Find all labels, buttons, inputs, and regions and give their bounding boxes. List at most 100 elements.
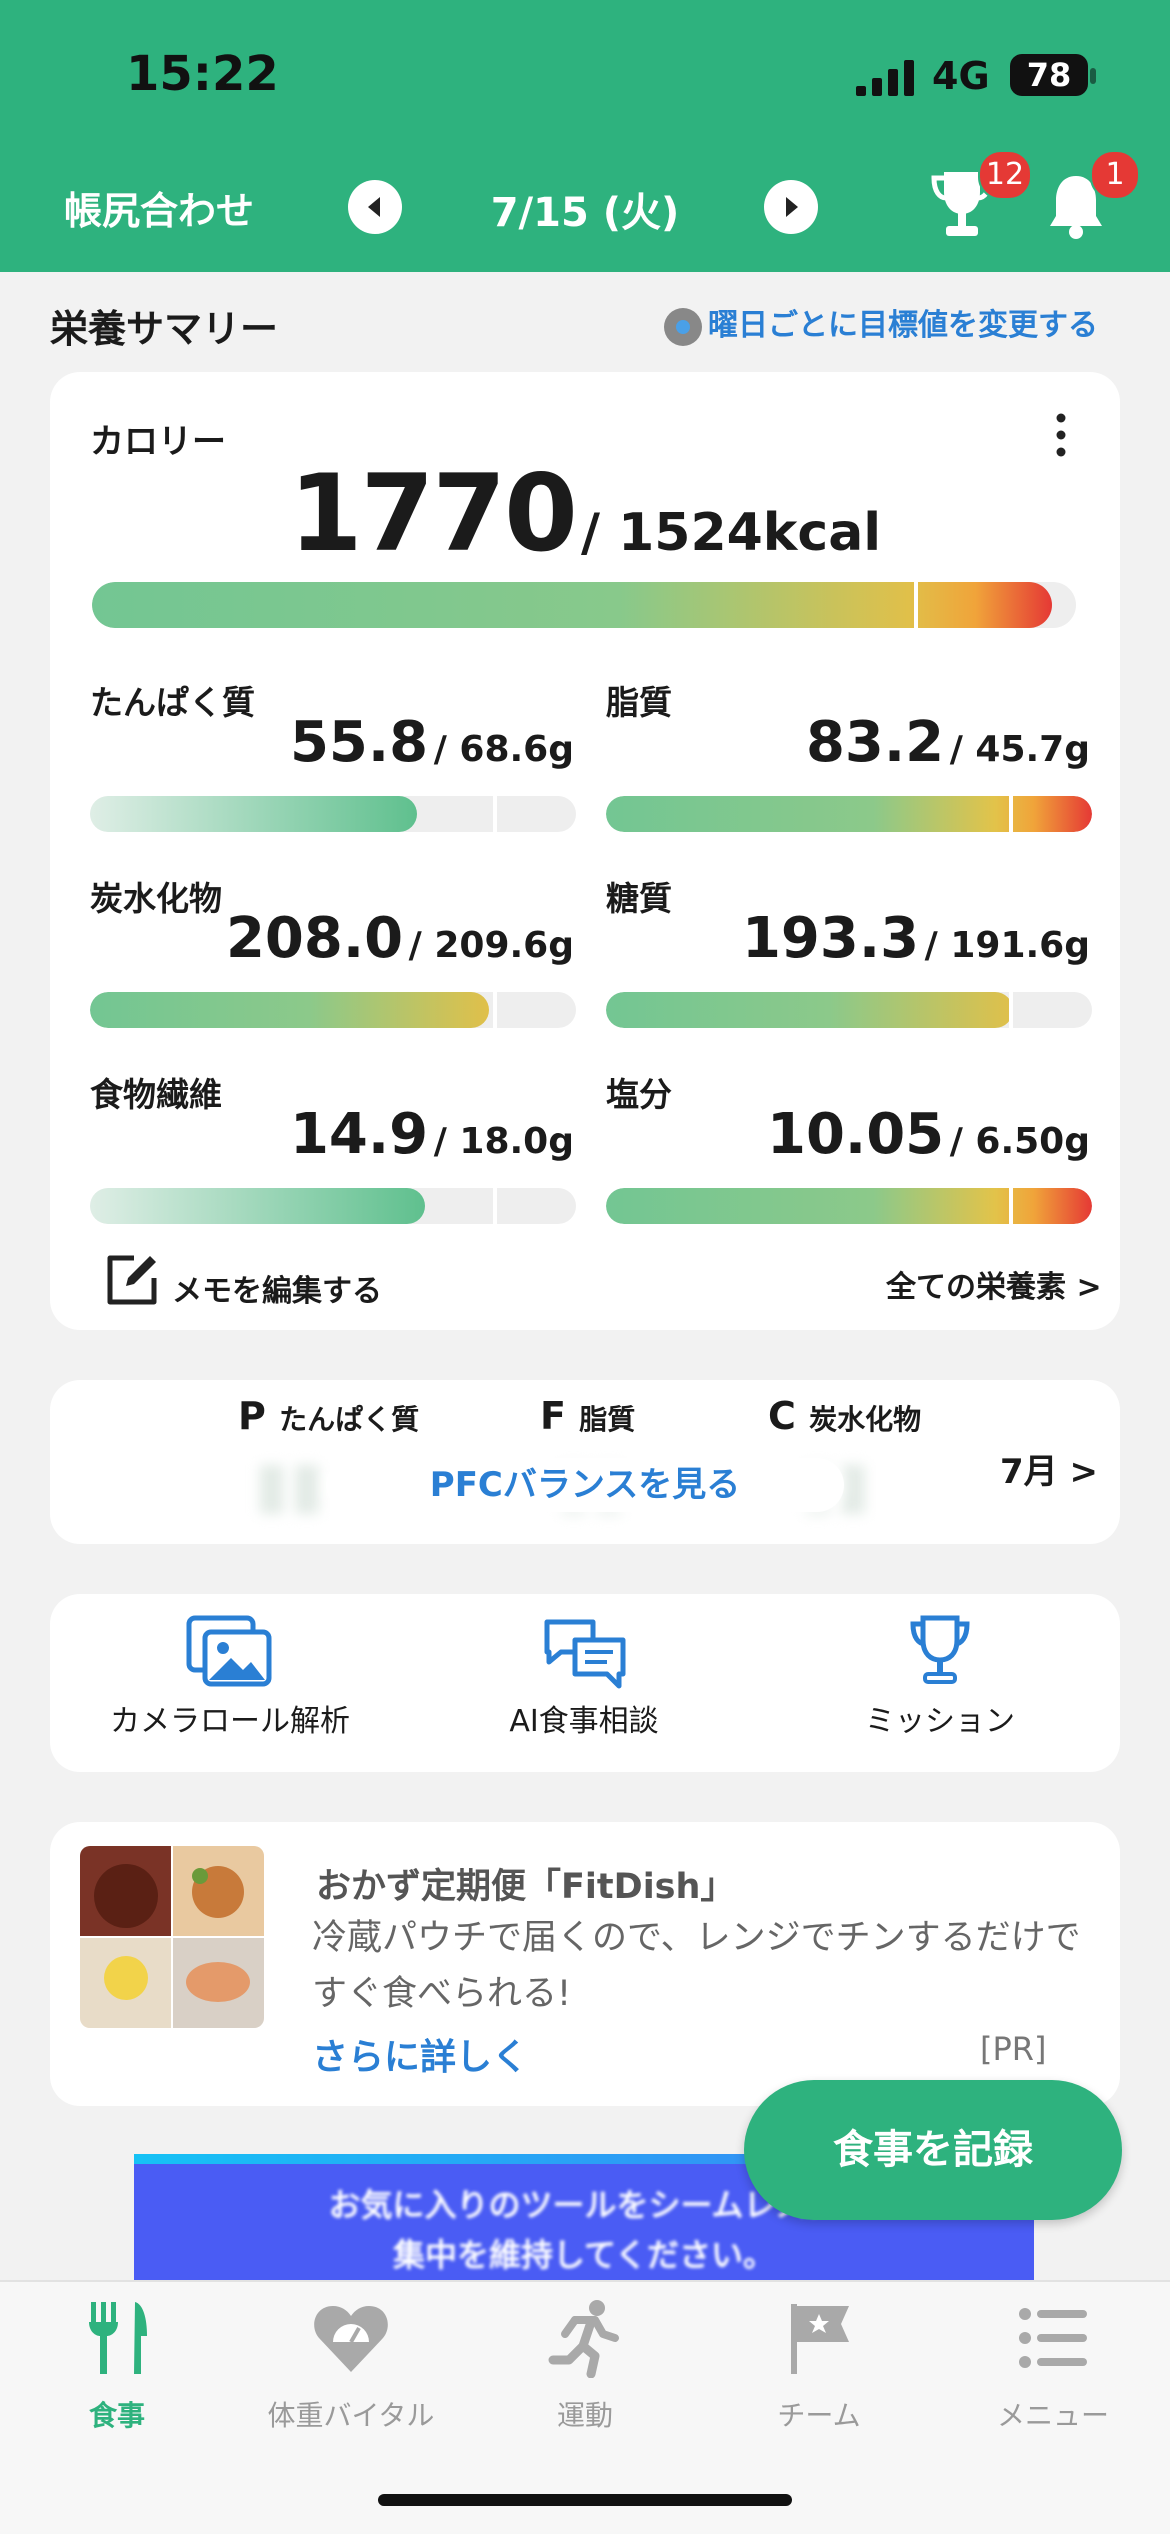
bell-badge: 1 (1090, 150, 1140, 200)
nutrient-goal-marker (1009, 796, 1013, 832)
pfc-c-label: 炭水化物 (809, 1403, 922, 1436)
tab-label: 体重バイタル (267, 2399, 435, 2432)
nutrient-progress-fill (90, 992, 490, 1028)
banner-line: 集中を維持してください。 (392, 2236, 776, 2274)
gear-icon (664, 307, 702, 346)
pfc-blurred-value: ▮▮ (254, 1448, 325, 1522)
nutrient-amount: 83.2 (805, 710, 945, 775)
nutrient-progress-fill (606, 796, 1092, 832)
signal-icon (856, 60, 914, 96)
nutrient-amount: 193.3 (741, 906, 920, 971)
month-link[interactable]: 7月 > (1000, 1444, 1098, 1493)
nutrient-goal: / 68.6g (433, 729, 574, 770)
next-date-button[interactable] (764, 180, 818, 234)
nutrient-amount: 14.9 (289, 1102, 429, 1167)
status-time: 15:22 (126, 46, 279, 102)
nutrient-amount: 10.05 (767, 1102, 945, 1167)
nutrient-goal: / 18.0g (433, 1121, 574, 1162)
edit-memo-button[interactable]: メモを編集する (172, 1266, 382, 1310)
ad-food-image (80, 1846, 264, 2028)
nutrient-progress-bar (90, 992, 576, 1028)
nutrient-value: 83.2 / 45.7g (606, 710, 1090, 775)
calorie-value: 1770 / 1524kcal (0, 452, 1170, 575)
mission-button[interactable]: ミッション (780, 1614, 1100, 1740)
change-goal-label: 曜日ごとに目標値を変更する (708, 308, 1098, 343)
trophy-badge: 12 (978, 150, 1032, 200)
nutrient-goal: / 45.7g (949, 729, 1090, 770)
nutrient-goal-marker (1009, 992, 1013, 1028)
nutrient-progress-bar (606, 796, 1092, 832)
calorie-goal: / 1524kcal (580, 503, 882, 563)
pfc-fat-header: F 脂質 (540, 1394, 635, 1438)
calorie-progress-bar (92, 582, 1076, 628)
tab-exercise[interactable]: 運動 (468, 2298, 702, 2434)
ai-meal-consult-button[interactable]: AI食事相談 (424, 1614, 744, 1740)
calorie-goal-marker (914, 582, 918, 628)
camera-roll-analysis-button[interactable]: カメラロール解析 (70, 1614, 390, 1740)
nutrient-value: 10.05 / 6.50g (606, 1102, 1090, 1167)
nutrient-progress-bar (606, 1188, 1092, 1224)
view-pfc-balance-button[interactable]: PFCバランスを見る (326, 1458, 844, 1512)
nutrient-amount: 208.0 (225, 906, 404, 971)
current-date[interactable]: 7/15 (火) (420, 180, 750, 238)
nutrient-goal: / 191.6g (924, 925, 1090, 966)
trophy-icon (910, 1615, 970, 1684)
nutrient-progress-bar (90, 1188, 576, 1224)
nutrient-progress-bar (90, 796, 576, 832)
section-title: 栄養サマリー (50, 307, 279, 351)
tab-label: 食事 (88, 2399, 145, 2432)
nutrient-goal-marker (493, 992, 497, 1028)
pfc-f-label: 脂質 (579, 1403, 636, 1436)
tab-team[interactable]: チーム (702, 2298, 936, 2434)
menu-icon (1019, 2308, 1087, 2368)
nutrient-goal: / 6.50g (949, 1121, 1090, 1162)
home-indicator (378, 2494, 792, 2506)
nutrient-value: 14.9 / 18.0g (90, 1102, 574, 1167)
photos-icon (186, 1615, 272, 1687)
nutrient-progress-fill (606, 1188, 1092, 1224)
nutrient-value: 208.0 / 209.6g (90, 906, 574, 971)
tool-label: カメラロール解析 (110, 1704, 350, 1739)
pfc-carb-header: C 炭水化物 (768, 1394, 921, 1438)
nutrient-goal-marker (1009, 1188, 1013, 1224)
network-label: 4G (932, 54, 990, 98)
tool-label: ミッション (865, 1704, 1015, 1739)
calorie-progress-fill (92, 582, 1052, 628)
fork-knife-icon (89, 2302, 147, 2374)
change-goal-link[interactable]: 曜日ごとに目標値を変更する (664, 300, 1098, 346)
nutrient-value: 193.3 / 191.6g (606, 906, 1090, 971)
edit-memo-icon[interactable] (104, 1250, 162, 1308)
runner-icon (548, 2300, 619, 2379)
tab-weight-vital[interactable]: 体重バイタル (234, 2298, 468, 2434)
pfc-c-letter: C (768, 1394, 796, 1438)
nutrient-value: 55.8 / 68.6g (90, 710, 574, 775)
nutrient-goal-marker (493, 1188, 497, 1224)
nutrient-progress-bar (606, 992, 1092, 1028)
heart-scale-icon (314, 2306, 388, 2372)
ad-more-link[interactable]: さらに詳しく (312, 2028, 528, 2080)
prev-date-button[interactable] (348, 180, 402, 234)
chevron-left-icon (368, 197, 380, 217)
ad-title: おかず定期便「FitDish」 (316, 1867, 736, 1907)
pfc-p-letter: P (238, 1394, 266, 1438)
nutrient-goal-marker (493, 796, 497, 832)
nutrient-progress-fill (606, 992, 1014, 1028)
flag-icon (791, 2304, 849, 2374)
chevron-right-icon (786, 197, 798, 217)
pfc-p-label: たんぱく質 (279, 1403, 420, 1436)
chat-icon (544, 1619, 626, 1689)
tab-meal[interactable]: 食事 (0, 2298, 234, 2434)
tab-menu[interactable]: メニュー (936, 2298, 1170, 2434)
tab-label: チーム (777, 2399, 861, 2432)
calorie-amount: 1770 (288, 452, 578, 575)
all-nutrients-link[interactable]: 全ての栄養素 > (886, 1262, 1102, 1306)
nutrient-progress-fill (90, 1188, 425, 1224)
nutrient-progress-fill (90, 796, 417, 832)
battery-indicator: 78 (1010, 54, 1088, 96)
pfc-protein-header: P たんぱく質 (238, 1394, 419, 1438)
nutrient-amount: 55.8 (289, 710, 429, 775)
tool-label: AI食事相談 (509, 1704, 659, 1739)
header-title[interactable]: 帳尻合わせ (64, 180, 254, 235)
record-meal-button[interactable]: 食事を記録 (744, 2080, 1122, 2220)
nutrient-goal: / 209.6g (408, 925, 574, 966)
